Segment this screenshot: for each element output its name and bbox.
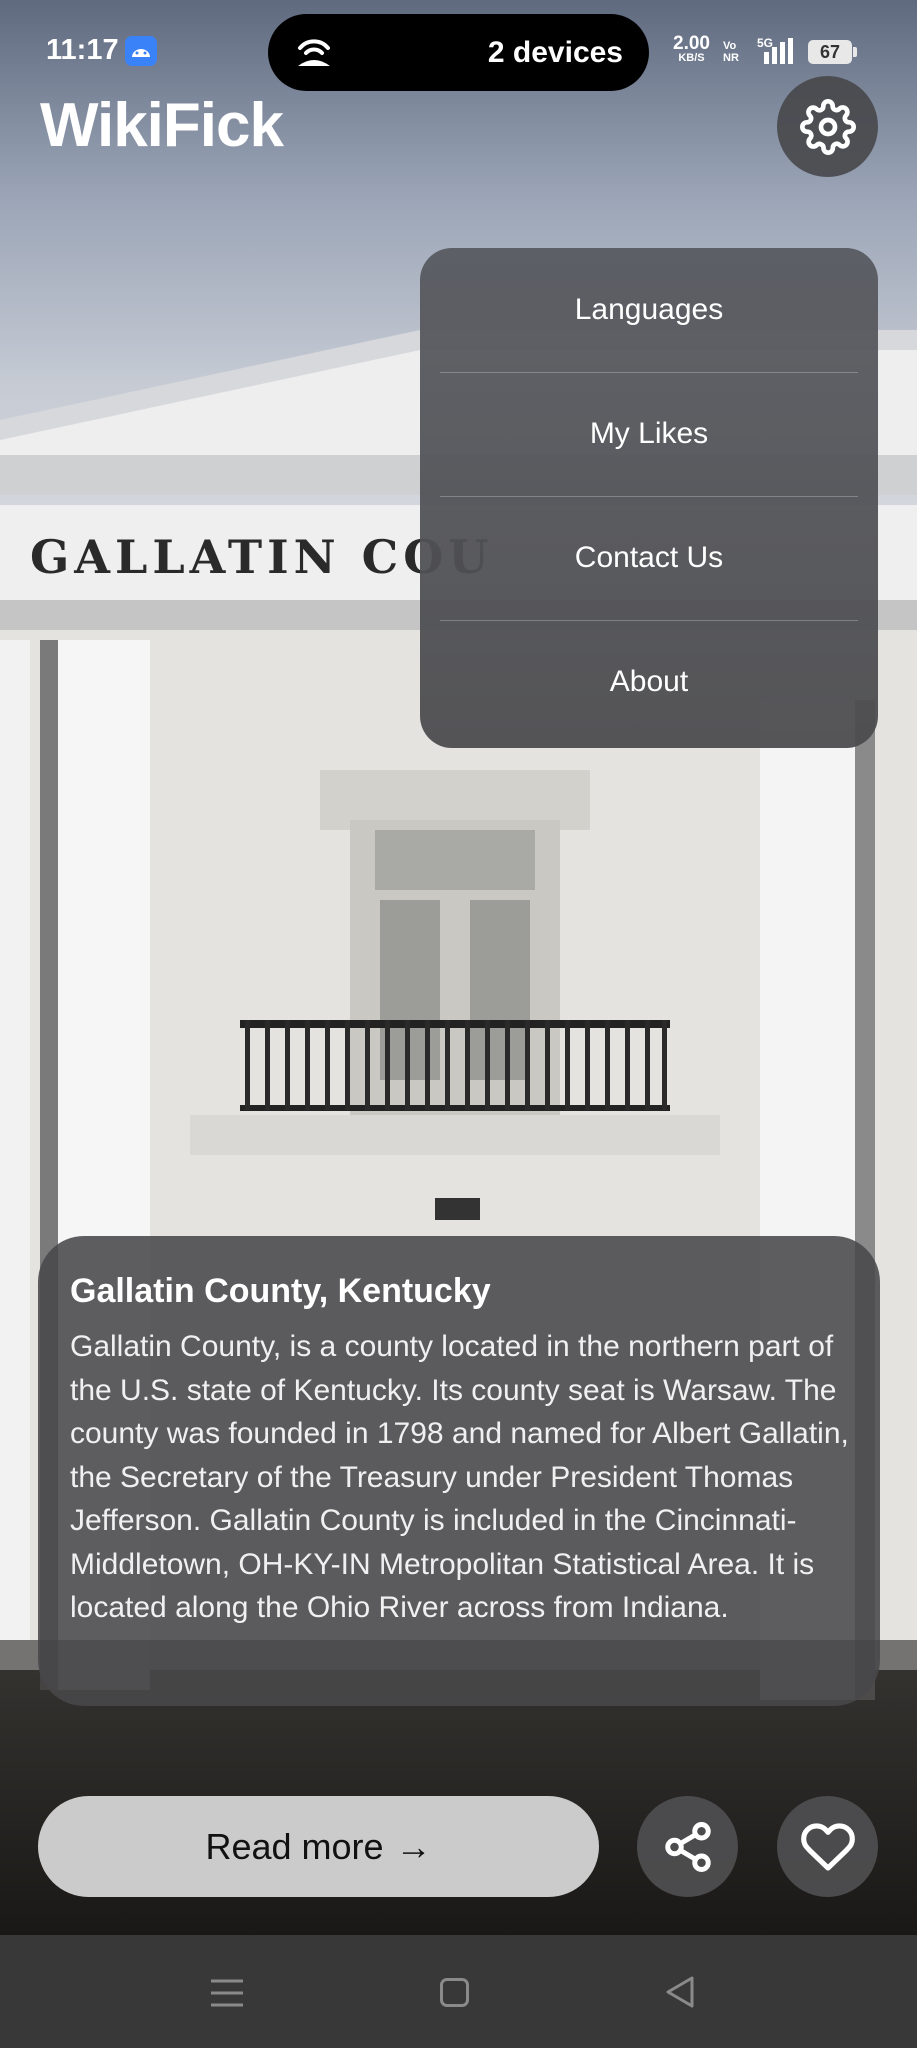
back-button[interactable] [664, 1975, 696, 2014]
battery-icon: 67 [808, 40, 852, 64]
volte-indicator: Vo NR [723, 40, 739, 64]
arrow-right-icon: → [395, 1825, 432, 1867]
menu-item-my-likes[interactable]: My Likes [420, 372, 878, 496]
network-speed-unit: KB/S [678, 52, 705, 64]
menu-item-about[interactable]: About [420, 620, 878, 744]
android-icon [125, 36, 157, 66]
volte-bottom: NR [723, 52, 739, 64]
article-summary: Gallatin County, is a county located in … [70, 1330, 849, 1624]
share-icon [664, 1821, 711, 1872]
share-button[interactable] [637, 1796, 738, 1897]
like-button[interactable] [777, 1796, 878, 1897]
signal-icon [762, 38, 798, 71]
read-more-label: Read more [205, 1825, 384, 1867]
devices-text: 2 devices [487, 36, 623, 69]
heart-icon [800, 1822, 855, 1871]
read-more-button[interactable]: Read more → [38, 1796, 599, 1897]
gear-icon [799, 98, 856, 155]
hotspot-icon [294, 34, 334, 73]
settings-menu: Languages My Likes Contact Us About [420, 248, 878, 748]
status-time: 11:17 [46, 34, 119, 66]
battery-tip [853, 47, 857, 57]
menu-icon [211, 1979, 243, 2007]
menu-item-languages[interactable]: Languages [420, 248, 878, 372]
network-speed: 2.00 KB/S [673, 34, 710, 66]
recents-button[interactable] [211, 1978, 243, 2013]
settings-button[interactable] [777, 76, 878, 177]
back-triangle-icon [666, 1976, 694, 2008]
menu-item-contact-us[interactable]: Contact Us [420, 496, 878, 620]
article-title: Gallatin County, Kentucky [70, 1272, 491, 1310]
app-title: WikiFick [40, 91, 284, 160]
home-button[interactable] [440, 1978, 469, 2007]
article-card: Gallatin County, Kentucky Gallatin Count… [38, 1236, 880, 1706]
volte-top: Vo [723, 40, 737, 52]
